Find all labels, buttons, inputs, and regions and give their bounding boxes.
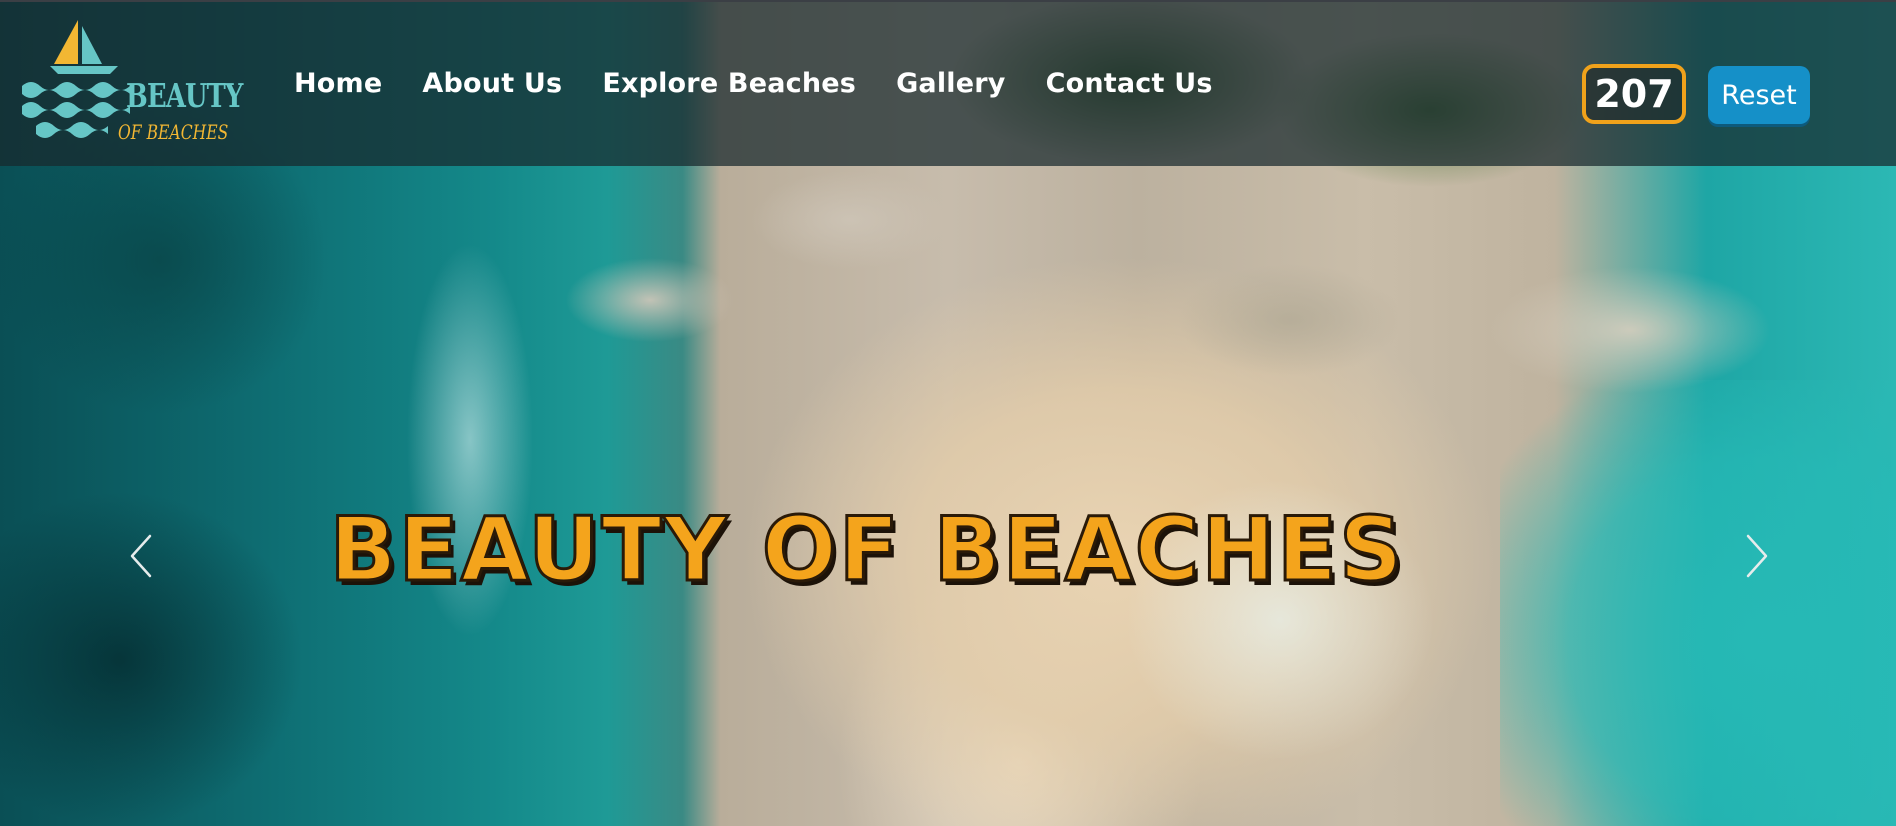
- nav-home[interactable]: Home: [294, 68, 382, 99]
- carousel-prev-button[interactable]: [126, 532, 158, 580]
- hero-background-foam: [360, 160, 580, 720]
- chevron-left-icon: [130, 534, 152, 578]
- reset-button[interactable]: Reset: [1708, 66, 1810, 124]
- top-navbar: BEAUTY OF BEACHES Home About Us Explore …: [0, 0, 1896, 166]
- sailboat-icon: [50, 20, 118, 74]
- logo-title: BEAUTY: [126, 76, 243, 115]
- carousel-next-button[interactable]: [1740, 532, 1772, 580]
- main-nav: Home About Us Explore Beaches Gallery Co…: [294, 68, 1253, 99]
- hero-title: BEAUTY OF BEACHES: [328, 497, 1405, 603]
- nav-gallery[interactable]: Gallery: [896, 68, 1006, 99]
- hero-carousel: BEAUTY OF BEACHES Home About Us Explore …: [0, 0, 1896, 826]
- nav-explore-beaches[interactable]: Explore Beaches: [602, 68, 856, 99]
- nav-contact-us[interactable]: Contact Us: [1046, 68, 1213, 99]
- nav-about-us[interactable]: About Us: [422, 68, 562, 99]
- hero-background-surf: [1080, 420, 1540, 826]
- visitor-counter: 207: [1582, 64, 1686, 124]
- site-logo[interactable]: BEAUTY OF BEACHES: [22, 16, 247, 146]
- hero-title-wrapper: BEAUTY OF BEACHES: [0, 497, 1896, 603]
- waves-icon: [22, 82, 130, 138]
- logo-subtitle: OF BEACHES: [118, 120, 229, 144]
- chevron-right-icon: [1746, 534, 1768, 578]
